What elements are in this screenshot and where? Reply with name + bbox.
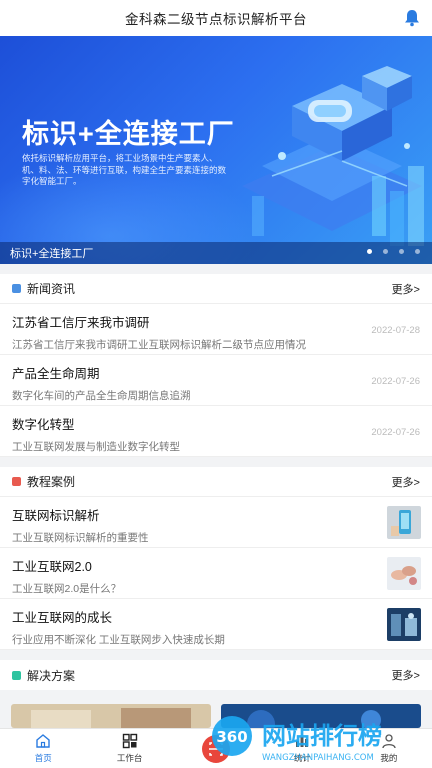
carousel-dot[interactable] xyxy=(367,249,372,254)
banner-carousel[interactable]: 标识+全连接工厂 依托标识解析应用平台，将工业场景中生产要素人、机、料、法、环等… xyxy=(0,36,432,264)
carousel-dots xyxy=(367,249,420,254)
case-item-title: 工业互联网的成长 xyxy=(12,611,113,625)
case-thumbnail-robot xyxy=(387,608,421,641)
news-item-date: 2022-07-28 xyxy=(371,325,420,336)
news-item[interactable]: 数字化转型 工业互联网发展与制造业数字化转型 2022-07-26 xyxy=(0,406,432,457)
news-item-subtitle: 数字化车间的产品全生命周期信息追溯 xyxy=(12,390,191,402)
carousel-dot[interactable] xyxy=(383,249,388,254)
app-header: 金科森二级节点标识解析平台 xyxy=(0,0,432,36)
solutions-title: 解决方案 xyxy=(27,668,76,683)
factory-illustration xyxy=(242,66,424,246)
news-item-title: 江苏省工信厅来我市调研 xyxy=(12,316,150,330)
news-item[interactable]: 产品全生命周期 数字化车间的产品全生命周期信息追溯 2022-07-26 xyxy=(0,355,432,406)
news-icon xyxy=(12,284,21,293)
tab-home[interactable]: 首页 xyxy=(0,729,86,768)
banner-headline: 标识+全连接工厂 xyxy=(22,119,235,149)
bell-icon[interactable] xyxy=(404,9,420,27)
cases-icon xyxy=(12,477,21,486)
tab-workbench[interactable]: 工作台 xyxy=(86,729,172,768)
svg-text:360: 360 xyxy=(216,728,247,746)
news-more-link[interactable]: 更多> xyxy=(392,281,420,297)
watermark-logo: 360 网站排行榜 WANGZHANPAIHANG.COM xyxy=(212,716,382,763)
solutions-header: 解决方案 更多> xyxy=(0,660,432,690)
home-icon xyxy=(36,734,50,748)
case-item-title: 互联网标识解析 xyxy=(12,509,100,523)
case-item[interactable]: 工业互联网的成长 行业应用不断深化 工业互联网步入快速成长期 xyxy=(0,599,432,650)
case-thumbnail-phone xyxy=(387,506,421,539)
svg-text:WANGZHANPAIHANG.COM: WANGZHANPAIHANG.COM xyxy=(262,753,374,763)
case-item-subtitle: 工业互联网标识解析的重要性 xyxy=(12,532,149,544)
carousel-dot[interactable] xyxy=(399,249,404,254)
news-item-title: 数字化转型 xyxy=(12,418,75,432)
case-item-subtitle: 行业应用不断深化 工业互联网步入快速成长期 xyxy=(12,634,225,646)
cases-more-link[interactable]: 更多> xyxy=(392,474,420,490)
page-title: 金科森二级节点标识解析平台 xyxy=(125,12,307,27)
news-header: 新闻资讯 更多> xyxy=(0,274,432,304)
banner-caption: 标识+全连接工厂 xyxy=(10,248,94,260)
case-item-subtitle: 工业互联网2.0是什么？ xyxy=(12,583,122,595)
news-title: 新闻资讯 xyxy=(27,282,76,296)
news-item-date: 2022-07-26 xyxy=(371,427,420,438)
case-item[interactable]: 互联网标识解析 工业互联网标识解析的重要性 xyxy=(0,497,432,548)
news-item[interactable]: 江苏省工信厅来我市调研 江苏省工信厅来我市调研工业互联网标识解析二级节点应用情况… xyxy=(0,304,432,355)
cases-section: 教程案例 更多> 互联网标识解析 工业互联网标识解析的重要性 工业互联网2.0 … xyxy=(0,467,432,650)
solution-image[interactable] xyxy=(11,704,211,728)
news-item-subtitle: 江苏省工信厅来我市调研工业互联网标识解析二级节点应用情况 xyxy=(12,339,306,351)
tab-label: 首页 xyxy=(34,753,52,763)
carousel-dot[interactable] xyxy=(415,249,420,254)
case-thumbnail-hands xyxy=(387,557,421,590)
news-item-date: 2022-07-26 xyxy=(371,376,420,387)
solutions-section: 解决方案 更多> xyxy=(0,660,432,690)
solutions-icon xyxy=(12,670,21,680)
svg-text:网站排行榜: 网站排行榜 xyxy=(262,722,382,750)
news-item-title: 产品全生命周期 xyxy=(12,367,100,381)
case-item[interactable]: 工业互联网2.0 工业互联网2.0是什么？ xyxy=(0,548,432,599)
cases-header: 教程案例 更多> xyxy=(0,467,432,497)
case-item-title: 工业互联网2.0 xyxy=(12,560,92,574)
news-item-subtitle: 工业互联网发展与制造业数字化转型 xyxy=(12,441,180,453)
solutions-more-link[interactable]: 更多> xyxy=(392,667,420,683)
news-section: 新闻资讯 更多> 江苏省工信厅来我市调研 江苏省工信厅来我市调研工业互联网标识解… xyxy=(0,274,432,457)
grid-icon xyxy=(122,733,137,749)
banner-description: 依托标识解析应用平台，将工业场景中生产要素人、机、料、法、环等进行互联，构建全生… xyxy=(22,153,227,186)
cases-title: 教程案例 xyxy=(27,475,76,489)
tab-label: 工作台 xyxy=(116,753,143,763)
